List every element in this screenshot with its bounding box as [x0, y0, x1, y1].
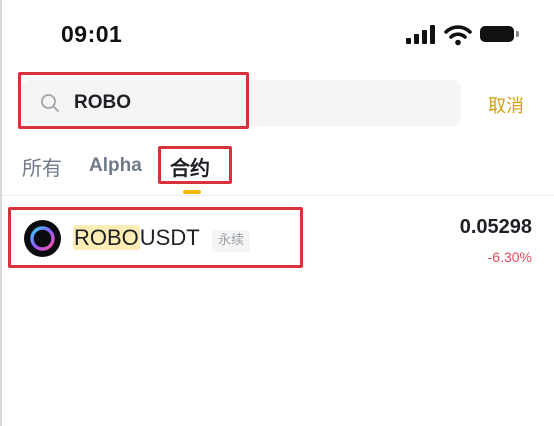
battery-icon [480, 26, 514, 42]
search-input[interactable] [74, 91, 374, 115]
tab-alpha[interactable]: Alpha [89, 155, 142, 177]
divider [2, 195, 554, 196]
perpetual-badge: 永续 [212, 230, 251, 252]
wifi-icon [444, 25, 472, 46]
battery-cap [516, 31, 519, 37]
tab-contract[interactable]: 合约 [170, 152, 210, 181]
status-icons [406, 24, 519, 48]
symbol-quote: USDT [139, 225, 200, 250]
symbol-match-highlight: ROBO [73, 225, 140, 250]
pair-symbol: ROBOUSDT [73, 225, 200, 251]
cellular-signal-icon [406, 24, 436, 44]
search-bar[interactable] [22, 80, 461, 126]
price-change: -6.30% [487, 249, 532, 265]
tab-all[interactable]: 所有 [22, 152, 62, 181]
search-icon [41, 94, 59, 112]
tab-active-indicator [183, 190, 201, 194]
status-time: 09:01 [61, 21, 123, 47]
cancel-button[interactable]: 取消 [488, 92, 524, 118]
robo-coin-icon [24, 220, 61, 257]
search-result-row[interactable]: ROBOUSDT 永续 0.05298 -6.30% [2, 200, 554, 274]
last-price: 0.05298 [459, 216, 532, 238]
